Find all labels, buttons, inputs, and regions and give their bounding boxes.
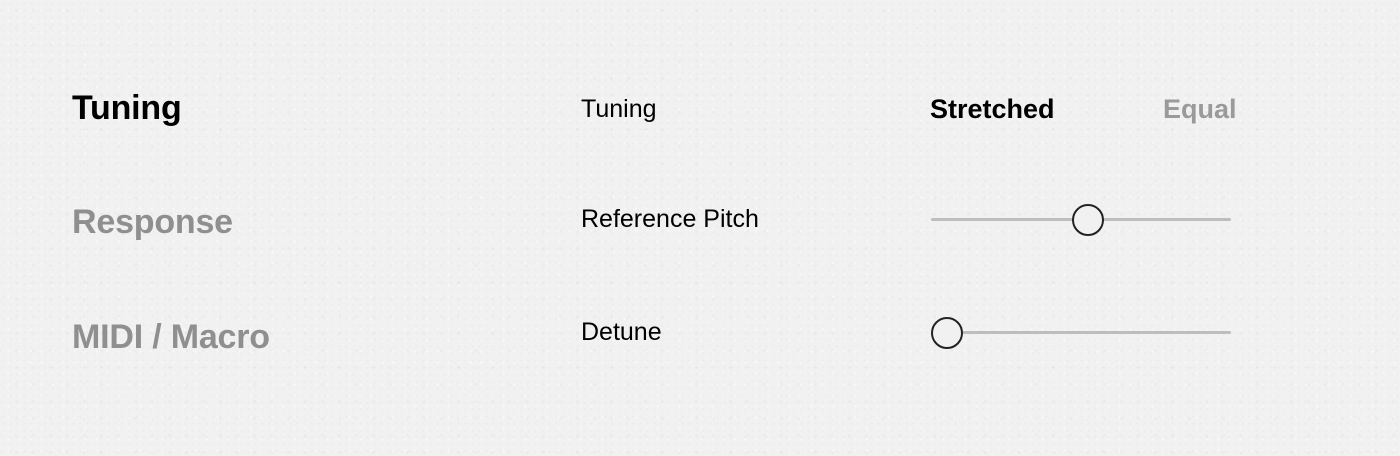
- reference-pitch-label: Reference Pitch: [581, 205, 759, 233]
- tuning-option-equal[interactable]: Equal: [1163, 96, 1237, 123]
- detune-slider[interactable]: [931, 314, 1231, 350]
- tuning-label: Tuning: [581, 95, 657, 123]
- nav-item-tuning[interactable]: Tuning: [72, 91, 182, 125]
- detune-label: Detune: [581, 318, 662, 346]
- tuning-option-stretched[interactable]: Stretched: [930, 96, 1055, 123]
- detune-thumb[interactable]: [931, 317, 963, 349]
- nav-item-midi-macro[interactable]: MIDI / Macro: [72, 320, 270, 354]
- reference-pitch-slider[interactable]: [931, 201, 1231, 237]
- detune-track[interactable]: [931, 331, 1231, 334]
- nav-item-response[interactable]: Response: [72, 205, 233, 239]
- reference-pitch-thumb[interactable]: [1072, 204, 1104, 236]
